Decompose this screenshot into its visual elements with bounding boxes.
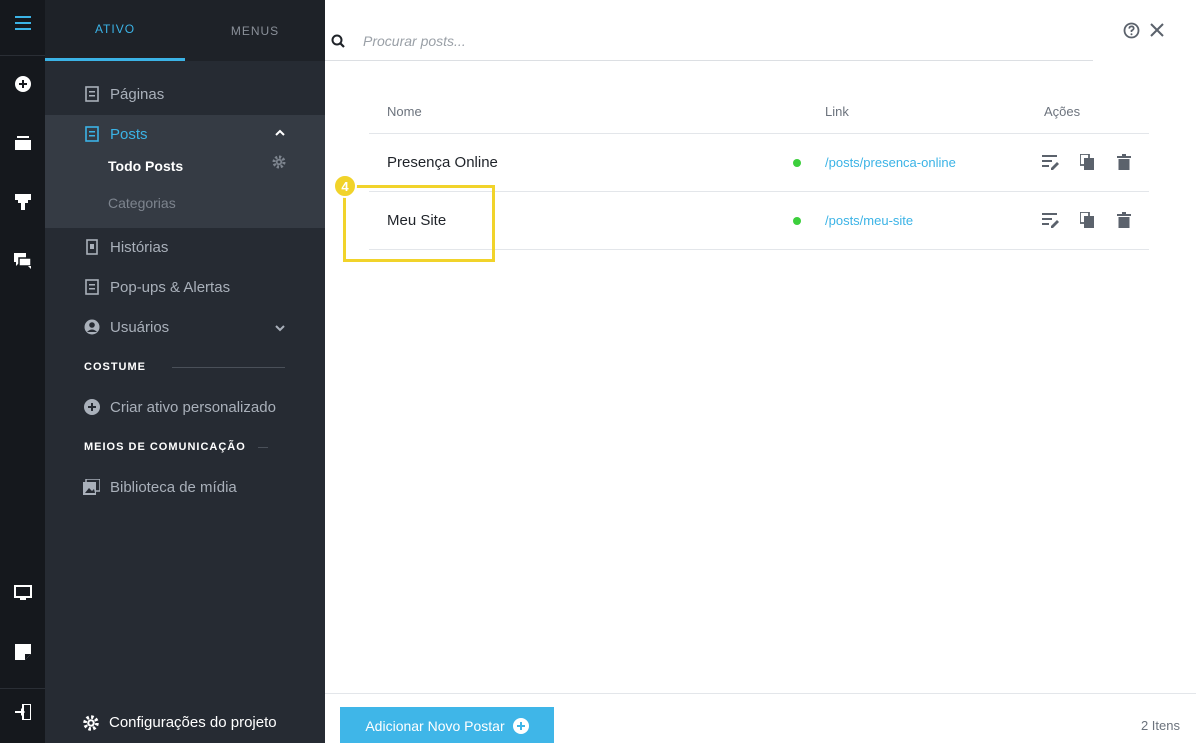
- copy-icon[interactable]: [1077, 210, 1097, 230]
- sidebar-item-usuarios[interactable]: Usuários: [83, 316, 169, 338]
- bottom-bar: Adicionar Novo Postar 2 Itens: [325, 693, 1196, 743]
- book-icon: [83, 239, 100, 256]
- help-icon[interactable]: [1121, 20, 1141, 40]
- tab-menus[interactable]: MENUS: [185, 0, 325, 61]
- search-icon: [331, 34, 345, 53]
- sidebar-item-label: Biblioteca de mídia: [110, 478, 237, 496]
- table-header: Nome Link Ações: [369, 96, 1149, 134]
- tutorial-highlight: [343, 185, 495, 262]
- gear-icon[interactable]: [272, 155, 286, 172]
- asset-sidebar: ATIVO MENUS Páginas Posts Todo Posts Cat…: [45, 0, 325, 743]
- rail-divider: [0, 55, 45, 56]
- sidebar-item-historias[interactable]: Histórias: [83, 236, 168, 258]
- section-label: COSTUME: [84, 361, 146, 373]
- menu-icon[interactable]: [0, 9, 45, 37]
- add-post-label: Adicionar Novo Postar: [365, 717, 505, 734]
- column-header-link: Link: [825, 104, 849, 119]
- sidebar-item-paginas[interactable]: Páginas: [83, 83, 164, 105]
- sidebar-item-label: Páginas: [110, 85, 165, 103]
- copy-icon[interactable]: [1077, 152, 1097, 172]
- search-bar: [325, 22, 1093, 61]
- section-meios: MEIOS DE COMUNICAÇÃO: [84, 441, 268, 453]
- user-icon: [83, 319, 100, 336]
- note-icon[interactable]: [0, 638, 45, 666]
- section-costume: COSTUME: [84, 361, 285, 373]
- page-icon: [83, 86, 100, 103]
- section-divider: [172, 366, 285, 368]
- comments-icon[interactable]: [0, 247, 45, 275]
- trash-icon[interactable]: [1114, 210, 1134, 230]
- gear-icon: [83, 714, 99, 731]
- close-icon[interactable]: [1147, 20, 1167, 40]
- step-badge: 4: [333, 174, 357, 198]
- section-label: MEIOS DE COMUNICAÇÃO: [84, 441, 246, 453]
- post-link[interactable]: /posts/presenca-online: [825, 155, 956, 170]
- search-input[interactable]: [363, 30, 963, 52]
- images-icon: [83, 479, 100, 496]
- sidebar-tabs: ATIVO MENUS: [45, 0, 325, 61]
- sidebar-item-criar-ativo[interactable]: Criar ativo personalizado: [83, 396, 276, 418]
- sidebar-item-label: Histórias: [110, 238, 169, 256]
- project-settings[interactable]: Configurações do projeto: [83, 714, 277, 731]
- rail-divider: [0, 688, 45, 689]
- item-count: 2 Itens: [1140, 718, 1180, 733]
- add-icon[interactable]: [0, 70, 45, 98]
- add-circle-icon: [83, 399, 100, 416]
- layers-icon[interactable]: [0, 129, 45, 157]
- section-divider: [257, 446, 268, 448]
- sidebar-item-label: Usuários: [110, 318, 170, 336]
- tab-ativo[interactable]: ATIVO: [45, 0, 185, 61]
- sidebar-item-posts[interactable]: Posts: [83, 123, 148, 145]
- sidebar-subitem-categorias[interactable]: Categorias: [108, 195, 176, 211]
- chevron-down-icon[interactable]: [275, 323, 285, 335]
- paint-roller-icon[interactable]: [0, 188, 45, 216]
- project-settings-label: Configurações do projeto: [109, 714, 277, 731]
- icon-rail: [0, 0, 45, 743]
- chevron-up-icon[interactable]: [275, 127, 285, 139]
- page-icon: [83, 279, 100, 296]
- sidebar-item-biblioteca[interactable]: Biblioteca de mídia: [83, 476, 237, 498]
- column-header-name: Nome: [387, 104, 422, 119]
- status-dot: [793, 217, 801, 225]
- edit-icon[interactable]: [1041, 210, 1061, 230]
- sidebar-item-popups[interactable]: Pop-ups & Alertas: [83, 276, 230, 298]
- post-name[interactable]: Presença Online: [387, 154, 498, 171]
- add-post-button[interactable]: Adicionar Novo Postar: [340, 707, 554, 743]
- exit-icon[interactable]: [0, 698, 45, 726]
- monitor-icon[interactable]: [0, 579, 45, 607]
- sidebar-item-label: Pop-ups & Alertas: [110, 278, 231, 296]
- post-link[interactable]: /posts/meu-site: [825, 213, 913, 228]
- sidebar-item-label: Criar ativo personalizado: [110, 398, 276, 416]
- main-content: Nome Link Ações Presença Online /posts/p…: [325, 0, 1196, 743]
- sidebar-subitem-todo-posts[interactable]: Todo Posts: [108, 158, 183, 174]
- page-icon: [83, 126, 100, 143]
- status-dot: [793, 159, 801, 167]
- sidebar-item-label: Posts: [110, 125, 148, 143]
- table-row[interactable]: Presença Online /posts/presenca-online: [369, 134, 1149, 192]
- edit-icon[interactable]: [1041, 152, 1061, 172]
- trash-icon[interactable]: [1114, 152, 1134, 172]
- add-circle-icon: [512, 717, 529, 734]
- column-header-actions: Ações: [1044, 104, 1081, 119]
